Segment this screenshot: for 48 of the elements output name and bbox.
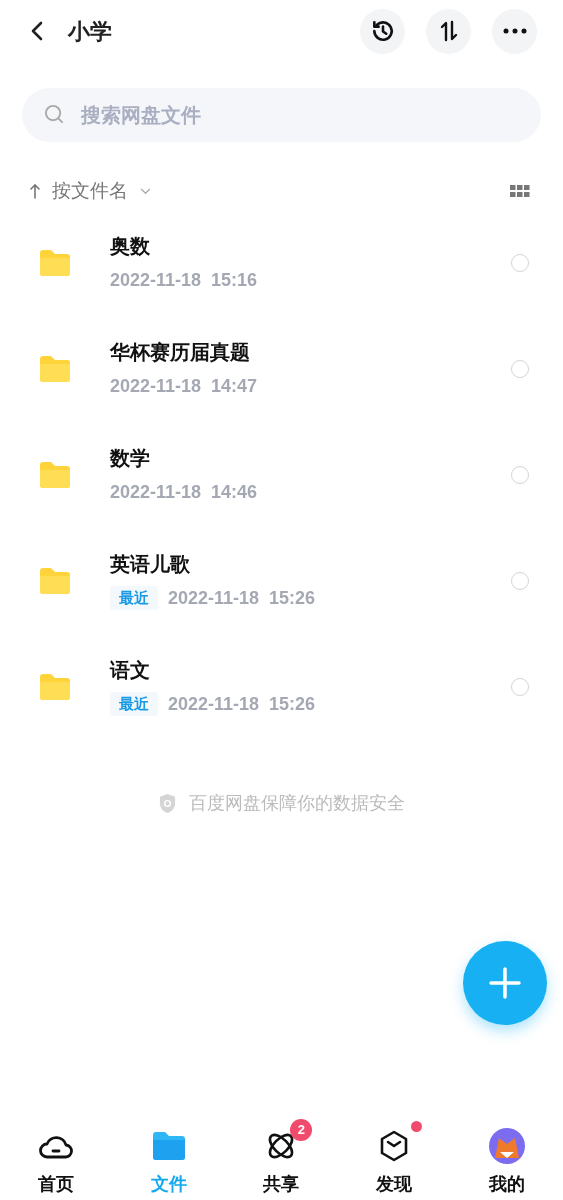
folder-icon [38,673,72,701]
folder-icon [38,355,72,383]
recent-tag: 最近 [110,585,158,611]
folder-icon [151,1131,186,1161]
grid-view-button[interactable] [510,185,530,197]
avatar-icon [488,1128,525,1164]
nav-tab[interactable]: 发现 [337,1117,451,1198]
file-row[interactable]: 语文 最近 2022-11-18 15:26 [0,634,563,740]
folder-icon [38,249,72,277]
file-name: 奥数 [110,233,151,259]
chevron-down-icon [140,187,151,195]
nav-tab[interactable]: 首页 [0,1117,113,1198]
plus-icon [489,967,521,999]
search-field[interactable]: 搜索网盘文件 [22,88,541,142]
file-date: 2022-11-18 15:26 [168,586,316,610]
file-date: 2022-11-18 14:46 [110,480,258,504]
more-button[interactable] [492,8,537,54]
sort-button[interactable] [426,8,471,54]
grid-icon [510,185,530,197]
sort-order-button[interactable]: 按文件名 [30,176,151,206]
file-date: 2022-11-18 14:47 [110,374,258,398]
folder-icon [38,461,72,489]
recent-tag: 最近 [110,691,158,717]
security-note: 百度网盘保障你的数据安全 [189,792,405,815]
file-row[interactable]: 华杯赛历届真题 2022-11-18 14:47 [0,316,563,422]
count-badge: 2 [290,1119,313,1141]
nav-tab[interactable]: 我的 [450,1117,563,1198]
add-button[interactable] [463,941,547,1025]
file-name: 数学 [110,445,151,471]
page-title: 小学 [68,17,112,46]
folder-icon [38,567,72,595]
file-row[interactable]: 奥数 2022-11-18 15:16 [0,210,563,316]
shield-icon [158,793,177,814]
search-icon [44,104,65,125]
history-button[interactable] [360,8,405,54]
file-name: 语文 [110,657,151,683]
back-icon [31,21,43,41]
more-icon [502,28,527,34]
hexagon-icon [379,1130,410,1162]
file-row[interactable]: 英语儿歌 最近 2022-11-18 15:26 [0,528,563,634]
file-date: 2022-11-18 15:26 [168,692,316,716]
file-date: 2022-11-18 15:16 [110,268,258,292]
file-row[interactable]: 数学 2022-11-18 14:46 [0,422,563,528]
arrow-up-icon [30,183,40,199]
nav-tab[interactable]: 2 共享 [225,1117,338,1198]
file-name: 华杯赛历届真题 [110,339,251,365]
sort-label: 按文件名 [52,178,128,203]
file-name: 英语儿歌 [110,551,191,577]
